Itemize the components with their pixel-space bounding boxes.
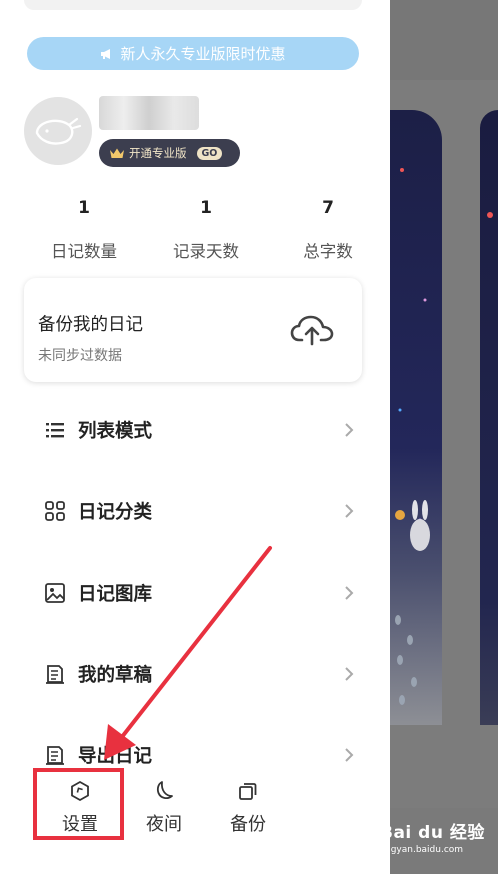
chevron-right-icon [345, 667, 354, 681]
moon-icon [156, 781, 173, 800]
chevron-right-icon [345, 748, 354, 762]
stat-value: 1 [200, 198, 212, 218]
chevron-right-icon [345, 586, 354, 600]
watermark-brand: Bai du 经验 [380, 823, 485, 843]
background-diary-card-2[interactable] [480, 110, 498, 725]
avatar[interactable] [24, 97, 92, 165]
baidu-watermark: Bai du 经验 jingyan.baidu.com [380, 818, 498, 868]
grid-icon [45, 501, 65, 521]
list-icon [46, 423, 64, 438]
pro-badge-label: 开通专业版 [129, 146, 187, 160]
night-mode-label: 夜间 [146, 814, 182, 835]
menu-item-list-mode[interactable]: 列表模式 [44, 415, 354, 445]
stat-label: 日记数量 [51, 242, 117, 261]
username-blurred [99, 96, 199, 130]
draft-icon [46, 665, 64, 684]
stat-value: 1 [78, 198, 90, 218]
stat-label: 记录天数 [173, 242, 239, 261]
backup-label: 备份 [230, 814, 266, 835]
menu-item-export-diary[interactable]: 导出日记 [44, 740, 354, 770]
backup-card[interactable]: 备份我的日记 未同步过数据 [24, 278, 362, 382]
menu-item-my-drafts[interactable]: 我的草稿 [44, 659, 354, 689]
copy-icon [239, 783, 257, 800]
upgrade-pro-badge[interactable]: 开通专业版 GO [99, 139, 240, 167]
export-icon [46, 746, 64, 765]
background-header [390, 0, 498, 80]
stat-record-days: 1 记录天数 [146, 198, 266, 262]
promo-label: 新人永久专业版限时优惠 [120, 45, 286, 63]
annotation-highlight-box [33, 768, 124, 840]
menu-label: 日记图库 [78, 584, 153, 605]
chevron-right-icon [345, 423, 354, 437]
card-illustration-2 [487, 212, 493, 218]
crown-icon [110, 148, 124, 158]
whale-avatar-icon [35, 117, 82, 145]
backup-subtitle: 未同步过数据 [38, 348, 122, 364]
backup-button[interactable]: 备份 [218, 772, 278, 836]
stat-label: 总字数 [303, 242, 353, 261]
stat-diary-count: 1 日记数量 [24, 198, 144, 262]
menu-item-diary-gallery[interactable]: 日记图库 [44, 578, 354, 608]
menu-label: 列表模式 [78, 421, 153, 442]
menu-label: 导出日记 [78, 746, 153, 767]
watermark-url: jingyan.baidu.com [380, 845, 464, 855]
image-icon [45, 583, 65, 603]
side-drawer: 新人永久专业版限时优惠 开通专业版 GO 1 日记数量 1 记录天数 7 总字数… [0, 0, 390, 874]
menu-label: 日记分类 [78, 502, 153, 523]
stat-word-count: 7 总字数 [268, 198, 388, 262]
backup-title: 备份我的日记 [38, 315, 143, 335]
night-mode-button[interactable]: 夜间 [134, 772, 194, 836]
promo-banner[interactable]: 新人永久专业版限时优惠 [27, 37, 359, 70]
megaphone-icon [101, 48, 111, 59]
stat-value: 7 [322, 198, 334, 218]
menu-label: 我的草稿 [78, 665, 153, 686]
search-bar-stub [24, 0, 362, 10]
menu-item-diary-category[interactable]: 日记分类 [44, 496, 354, 526]
chevron-right-icon [345, 504, 354, 518]
go-pill: GO [196, 146, 223, 160]
cloud-upload-icon [290, 315, 334, 346]
